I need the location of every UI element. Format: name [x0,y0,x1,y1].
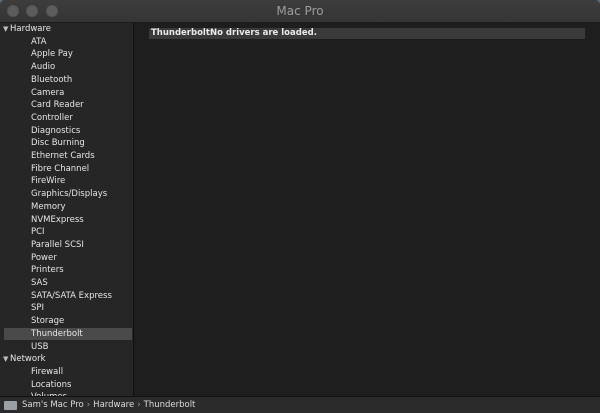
chevron-right-icon: › [86,400,91,410]
sidebar-item-pci[interactable]: PCI [0,226,133,239]
sidebar-item-label: FireWire [31,176,66,187]
sidebar-item-label: Ethernet Cards [31,151,95,161]
sidebar-item-label: Controller [31,112,73,123]
sidebar-item-thunderbolt[interactable]: Thunderbolt [4,327,132,341]
sidebar-item-label: Disc Burning [31,138,85,149]
sidebar-item-label: NVMExpress [31,214,84,225]
sidebar-item-sata-sata-express[interactable]: SATA/SATA Express [0,290,133,303]
sidebar-item-ata[interactable]: ATA [0,36,133,49]
titlebar: Mac Pro [0,0,600,23]
sidebar-item-diagnostics[interactable]: Diagnostics [0,125,133,138]
sidebar-item-apple-pay[interactable]: Apple Pay [0,48,133,61]
sidebar-group-label: Network [10,354,46,365]
sidebar-item-label: Diagnostics [31,125,81,136]
window-title: Mac Pro [276,4,324,18]
sidebar-item-disc-burning[interactable]: Disc Burning [0,137,133,150]
sidebar-item-label: SATA/SATA Express [31,290,112,301]
sidebar-item-label: ATA [31,36,47,47]
sidebar-item-nvmexpress[interactable]: NVMExpress [0,214,133,227]
sidebar-item-audio[interactable]: Audio [0,61,133,74]
chevron-right-icon: › [137,400,141,410]
sidebar-group-network[interactable]: ▼ Network [0,353,133,366]
sidebar-item-label: USB [31,341,49,352]
sidebar-item-spi[interactable]: SPI [0,302,133,315]
sidebar-item-label: Audio [31,62,56,73]
sidebar-item-label: Camera [31,87,65,98]
sidebar-item-label: Storage [31,316,65,327]
content-pane: Thunderbolt: No drivers are loaded. [134,23,600,396]
sidebar-item-firewire[interactable]: FireWire [0,175,133,188]
sidebar-group-label: Hardware [10,24,52,34]
sidebar-item-label: Firewall [31,366,64,377]
sidebar-item-parallel-scsi[interactable]: Parallel SCSI [0,239,133,252]
breadcrumb: Sam's Mac Pro › Hardware › Thunderbolt [22,397,195,413]
sidebar-item-camera[interactable]: Camera [0,87,133,100]
sidebar-item-label: Power [31,252,57,263]
sidebar-item-bluetooth[interactable]: Bluetooth [0,74,133,87]
sidebar: ▼ Hardware ATA Apple Pay Audio Bluetooth Camer… [0,23,134,396]
sidebar-item-label: Printers [31,265,64,276]
sidebar-item-label: PCI [31,227,45,238]
sidebar-item-memory[interactable]: Memory [0,201,133,214]
sidebar-item-label: Card Reader [31,100,84,111]
sidebar-item-label: Fibre Channel [31,163,90,174]
sidebar-item-label: SAS [31,278,48,288]
sidebar-item-sas[interactable]: SAS [0,277,133,290]
sidebar-item-usb[interactable]: USB [0,341,133,354]
sidebar-item-storage[interactable]: Storage [0,315,133,328]
disclosure-triangle-icon[interactable]: ▼ [3,353,8,366]
sidebar-item-card-reader[interactable]: Card Reader [0,99,133,112]
info-value: No drivers are loaded. [210,28,317,38]
disclosure-triangle-icon[interactable]: ▼ [3,23,8,36]
sidebar-item-controller[interactable]: Controller [0,112,133,125]
computer-icon [4,401,17,410]
sidebar-item-label: Memory [31,201,66,212]
path-bar: Sam's Mac Pro › Hardware › Thunderbolt [0,396,600,413]
sidebar-item-label: Locations [31,379,72,390]
sidebar-group-hardware[interactable]: ▼ Hardware [0,23,133,36]
sidebar-item-label: Bluetooth [31,74,73,85]
sidebar-item-power[interactable]: Power [0,252,133,265]
sidebar-item-label: Parallel SCSI [31,239,84,250]
breadcrumb-item[interactable]: Hardware [93,400,134,410]
breadcrumb-item[interactable]: Sam's Mac Pro [22,400,84,410]
sidebar-item-label: Apple Pay [31,49,73,60]
info-row: Thunderbolt: No drivers are loaded. [149,28,585,39]
sidebar-item-fibre-channel[interactable]: Fibre Channel [0,163,133,176]
sidebar-item-ethernet-cards[interactable]: Ethernet Cards [0,150,133,163]
sidebar-item-printers[interactable]: Printers [0,264,133,277]
sidebar-item-label: SPI [31,303,45,314]
info-key: Thunderbolt: [151,28,214,38]
sidebar-item-graphics-displays[interactable]: Graphics/Displays [0,188,133,201]
breadcrumb-item[interactable]: Thunderbolt [144,400,196,410]
sidebar-item-firewall[interactable]: Firewall [0,366,133,379]
sidebar-item-label: Thunderbolt [31,328,83,339]
system-information-window: Mac Pro ▼ Hardware ATA Apple Pay Audio Blueto… [0,0,600,413]
sidebar-item-label: Graphics/Displays [31,189,108,200]
sidebar-item-locations[interactable]: Locations [0,379,133,392]
